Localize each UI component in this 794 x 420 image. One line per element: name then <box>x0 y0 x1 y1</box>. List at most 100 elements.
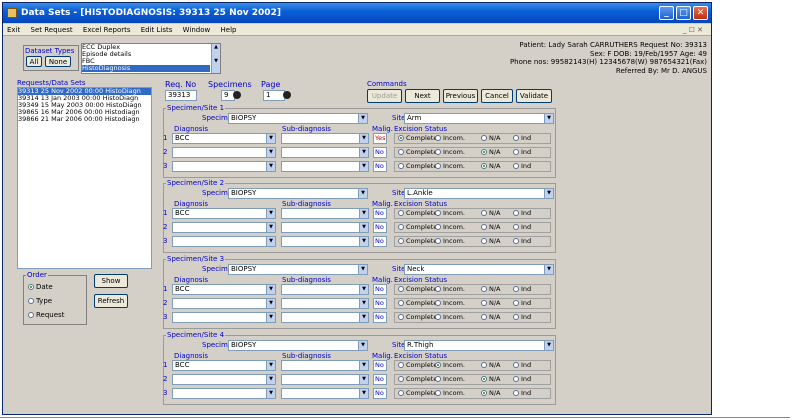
diagnosis-combo[interactable]: ▼ <box>172 298 276 309</box>
malig-field[interactable]: No <box>373 222 387 233</box>
menu-item-help[interactable]: Help <box>217 24 241 36</box>
specimens-spinner-icon[interactable] <box>233 91 241 99</box>
specimen-combo[interactable]: BIOPSY ▼ <box>228 264 368 275</box>
refresh-button[interactable]: Refresh <box>94 294 128 308</box>
excision-option-ind[interactable]: Ind <box>513 389 531 398</box>
excision-option-complete[interactable]: Complete <box>398 209 437 218</box>
dropdown-arrow-icon[interactable]: ▼ <box>359 389 368 398</box>
excision-option-na[interactable]: N/A <box>481 299 501 308</box>
excision-option-incom[interactable]: Incom. <box>435 162 465 171</box>
menu-item-set-request[interactable]: Set Request <box>27 24 77 36</box>
dropdown-arrow-icon[interactable]: ▼ <box>266 223 275 232</box>
dropdown-arrow-icon[interactable]: ▼ <box>359 237 368 246</box>
site-combo[interactable]: Arm ▼ <box>404 113 554 124</box>
order-type-radio[interactable]: Type <box>28 297 52 305</box>
dataset-types-list[interactable]: ECC Duplex Episode details FBC HistoDiag… <box>81 43 221 74</box>
excision-option-na[interactable]: N/A <box>481 389 501 398</box>
excision-option-incom[interactable]: Incom. <box>435 299 465 308</box>
excision-option-complete[interactable]: Complete <box>398 148 437 157</box>
dropdown-arrow-icon[interactable]: ▼ <box>359 223 368 232</box>
subdiagnosis-combo[interactable]: ▼ <box>281 208 369 219</box>
dropdown-arrow-icon[interactable]: ▼ <box>266 134 275 143</box>
next-button[interactable]: Next <box>405 89 440 103</box>
excision-option-na[interactable]: N/A <box>481 375 501 384</box>
menu-item-exit[interactable]: Exit <box>3 24 24 36</box>
requests-list[interactable]: 39313 25 Nov 2002 00:00 HistoDiagn 39314… <box>17 87 152 269</box>
subdiagnosis-combo[interactable]: ▼ <box>281 388 369 399</box>
excision-option-ind[interactable]: Ind <box>513 285 531 294</box>
diagnosis-combo[interactable]: ▼ <box>172 388 276 399</box>
malig-field[interactable]: No <box>373 147 387 158</box>
dropdown-arrow-icon[interactable]: ▼ <box>359 361 368 370</box>
menu-item-window[interactable]: Window <box>179 24 215 36</box>
diagnosis-combo[interactable]: BCC ▼ <box>172 360 276 371</box>
mdi-controls[interactable]: _ ☐ ✕ <box>679 24 707 36</box>
cancel-button[interactable]: Cancel <box>481 89 513 103</box>
malig-field[interactable]: No <box>373 388 387 399</box>
dropdown-arrow-icon[interactable]: ▼ <box>359 299 368 308</box>
malig-field[interactable]: No <box>373 374 387 385</box>
dropdown-arrow-icon[interactable]: ▼ <box>266 237 275 246</box>
excision-option-ind[interactable]: Ind <box>513 375 531 384</box>
excision-option-complete[interactable]: Complete <box>398 375 437 384</box>
subdiagnosis-combo[interactable]: ▼ <box>281 147 369 158</box>
excision-option-incom[interactable]: Incom. <box>435 237 465 246</box>
malig-field[interactable]: Yes <box>373 133 387 144</box>
malig-field[interactable]: No <box>373 284 387 295</box>
menu-item-edit-lists[interactable]: Edit Lists <box>137 24 177 36</box>
dropdown-arrow-icon[interactable]: ▼ <box>358 265 367 274</box>
site-combo[interactable]: L.Ankle ▼ <box>404 188 554 199</box>
subdiagnosis-combo[interactable]: ▼ <box>281 312 369 323</box>
dropdown-arrow-icon[interactable]: ▼ <box>544 114 553 123</box>
excision-option-incom[interactable]: Incom. <box>435 148 465 157</box>
site-combo[interactable]: Neck ▼ <box>404 264 554 275</box>
list-item[interactable]: Episode details <box>82 51 220 58</box>
request-row[interactable]: 39866 21 Mar 2006 00:00 Histodiagn <box>18 116 151 123</box>
show-button[interactable]: Show <box>94 274 128 288</box>
update-button[interactable]: Update <box>367 89 402 103</box>
excision-option-ind[interactable]: Ind <box>513 223 531 232</box>
dropdown-arrow-icon[interactable]: ▼ <box>359 134 368 143</box>
close-icon[interactable]: ✕ <box>693 6 708 20</box>
dropdown-arrow-icon[interactable]: ▼ <box>266 162 275 171</box>
diagnosis-combo[interactable]: BCC ▼ <box>172 284 276 295</box>
excision-option-complete[interactable]: Complete <box>398 299 437 308</box>
excision-option-na[interactable]: N/A <box>481 223 501 232</box>
diagnosis-combo[interactable]: ▼ <box>172 161 276 172</box>
excision-option-na[interactable]: N/A <box>481 134 501 143</box>
menu-item-excel-reports[interactable]: Excel Reports <box>79 24 135 36</box>
excision-option-na[interactable]: N/A <box>481 361 501 370</box>
specimen-combo[interactable]: BIOPSY ▼ <box>228 340 368 351</box>
dropdown-arrow-icon[interactable]: ▼ <box>266 285 275 294</box>
dropdown-arrow-icon[interactable]: ▼ <box>359 209 368 218</box>
excision-option-complete[interactable]: Complete <box>398 285 437 294</box>
none-button[interactable]: None <box>45 56 71 67</box>
specimen-combo[interactable]: BIOPSY ▼ <box>228 113 368 124</box>
subdiagnosis-combo[interactable]: ▼ <box>281 298 369 309</box>
dropdown-arrow-icon[interactable]: ▼ <box>266 299 275 308</box>
excision-option-ind[interactable]: Ind <box>513 134 531 143</box>
dropdown-arrow-icon[interactable]: ▼ <box>358 341 367 350</box>
excision-option-ind[interactable]: Ind <box>513 148 531 157</box>
diagnosis-combo[interactable]: ▼ <box>172 374 276 385</box>
subdiagnosis-combo[interactable]: ▼ <box>281 161 369 172</box>
dropdown-arrow-icon[interactable]: ▼ <box>266 313 275 322</box>
malig-field[interactable]: No <box>373 298 387 309</box>
excision-option-ind[interactable]: Ind <box>513 299 531 308</box>
list-item-selected[interactable]: HistoDiagnosis <box>82 65 210 72</box>
excision-option-incom[interactable]: Incom. <box>435 375 465 384</box>
excision-option-complete[interactable]: Complete <box>398 313 437 322</box>
dropdown-arrow-icon[interactable]: ▼ <box>359 285 368 294</box>
diagnosis-combo[interactable]: ▼ <box>172 147 276 158</box>
excision-option-ind[interactable]: Ind <box>513 313 531 322</box>
req-no-field[interactable]: 39313 <box>165 90 197 101</box>
dropdown-arrow-icon[interactable]: ▼ <box>544 265 553 274</box>
excision-option-complete[interactable]: Complete <box>398 162 437 171</box>
excision-option-incom[interactable]: Incom. <box>435 313 465 322</box>
excision-option-na[interactable]: N/A <box>481 148 501 157</box>
dropdown-arrow-icon[interactable]: ▼ <box>266 389 275 398</box>
page-field[interactable]: 1 <box>263 90 285 101</box>
diagnosis-combo[interactable]: ▼ <box>172 222 276 233</box>
malig-field[interactable]: No <box>373 236 387 247</box>
dropdown-arrow-icon[interactable]: ▼ <box>544 341 553 350</box>
